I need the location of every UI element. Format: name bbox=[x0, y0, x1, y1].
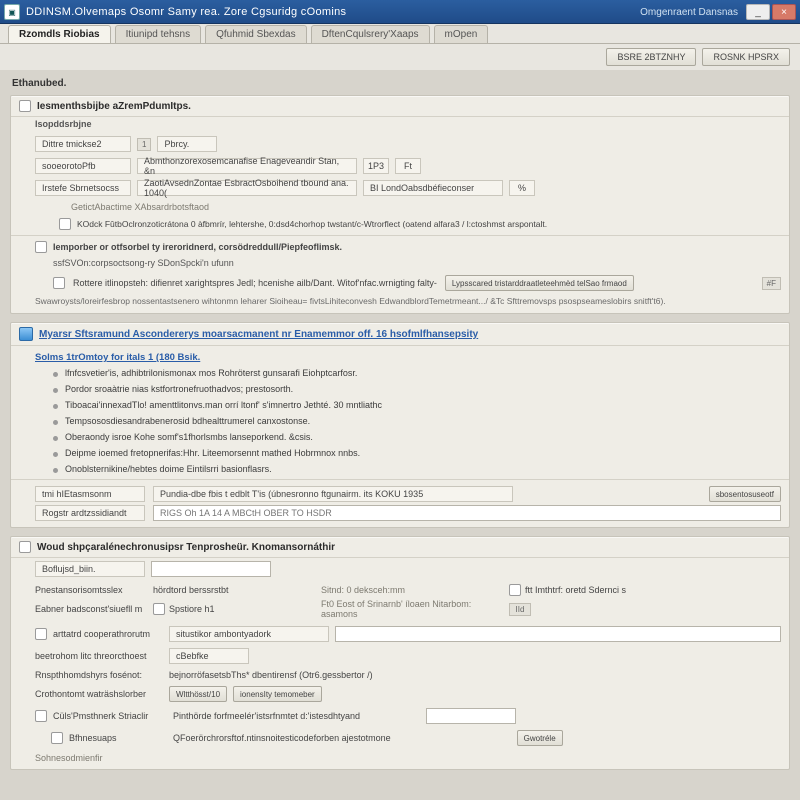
action-button-right[interactable]: ROSNK HPSRX bbox=[702, 48, 790, 66]
section3-title: Woud shpçaralénechronusipsr Tenprosheür.… bbox=[37, 542, 335, 553]
window-minimize-button[interactable]: _ bbox=[746, 4, 770, 20]
s1-r3-value: ZaotiAvsednZontae EsbractOsboihend tboun… bbox=[137, 180, 357, 196]
s2-row2-label: Rogstr ardtzssidiandt bbox=[35, 505, 145, 521]
s3-r2-l: Pnestansorisomtsslex bbox=[35, 585, 145, 595]
s1-note1: KOdck FûtbOclronzoticrátona 0 àfbmrír, l… bbox=[77, 219, 547, 229]
s1-footnote: Swawroysts/loreirfesbrop nossentastsener… bbox=[11, 294, 789, 313]
tab-2[interactable]: Qfuhmid Sbexdas bbox=[205, 25, 307, 43]
s3-r7-l: Crothontomt waträshslorber bbox=[35, 689, 163, 699]
s3-r9-l: Bfhnesuaps bbox=[69, 733, 167, 743]
page-heading: Ethanubed. bbox=[12, 78, 790, 89]
s1-note1-check[interactable] bbox=[59, 218, 71, 230]
s3-r2-r: hördtord berssrstbt bbox=[153, 585, 313, 595]
s3-r4-r: situstikor ambontyadork bbox=[169, 626, 329, 642]
section2-list: lfnfcsvetier'is, adhibtrilonismonax mos … bbox=[11, 365, 789, 477]
tab-3[interactable]: DftenCqulsrery'Xaaps bbox=[311, 25, 430, 43]
s1-note1-label: GetictAbactime XAbsardrbotsftaod bbox=[71, 202, 209, 212]
s3-r3-tag: IId bbox=[509, 603, 531, 616]
s3-r2-c3: Sitnd: 0 deksceh:mm bbox=[321, 585, 501, 595]
s3-r4-input[interactable] bbox=[335, 626, 781, 642]
s3-r8-check[interactable] bbox=[35, 710, 47, 722]
s1-r1-label: Dittre tmickse2 bbox=[35, 136, 131, 152]
s2-item-6: Onoblsternikine/hebtes doime Eintilsrri … bbox=[11, 461, 789, 477]
s1b-sub: ssfSVOn:corpsoctsong-ry SDonSpcki'n ufun… bbox=[11, 256, 789, 272]
s3-r8-l: Cüls'Pmsthnerk Striaclir bbox=[53, 711, 167, 721]
s1-r3-side: BI LondOabsdbéfieconser bbox=[363, 180, 503, 196]
s3-r5-r: cBebfke bbox=[169, 648, 249, 664]
s1-r1-tag: 1 bbox=[137, 138, 151, 151]
content-area: Ethanubed. Iesmenthsbijbe aZremPdumItps.… bbox=[0, 70, 800, 800]
s1-r3-label: Irstefe Sbrnetsocss bbox=[35, 180, 131, 196]
tab-1[interactable]: Itiunipd tehsns bbox=[115, 25, 202, 43]
section3-checkbox[interactable] bbox=[19, 541, 31, 553]
window-titlebar: ▣ DDINSM.Olvemaps Osomr Samy rea. Zore C… bbox=[0, 0, 800, 24]
window-title: DDINSM.Olvemaps Osomr Samy rea. Zore Cgs… bbox=[26, 6, 640, 18]
s2-item-1: Pordor sroaàtrie nias kstfortronefruotha… bbox=[11, 381, 789, 397]
section1-subhead: Isopddsrbjne bbox=[11, 117, 789, 133]
s1-r1-value: Pbrcy. bbox=[157, 136, 217, 152]
s3-r1-l: Boflujsd_biin. bbox=[35, 561, 145, 577]
s1-r2-label: sooeorotoPfb bbox=[35, 158, 131, 174]
s3-r7-btn2[interactable]: ionensIty temomeber bbox=[233, 686, 322, 702]
action-button-left[interactable]: BSRE 2BTZNHY bbox=[606, 48, 696, 66]
s2-item-5: Deipme ioemed fretopnerifas:Hhr. Liteemo… bbox=[11, 445, 789, 461]
s3-r2-check[interactable] bbox=[509, 584, 521, 596]
window-subtitle: Omgenraent Dansnas bbox=[640, 7, 738, 18]
s3-r5-l: beetrohom litc threorcthoest bbox=[35, 651, 163, 661]
tab-active[interactable]: Rzomdls Riobias bbox=[8, 25, 111, 43]
app-icon: ▣ bbox=[4, 4, 20, 20]
s3-r8-r: Pinthörde forfmeelér'istsrfnmtet d:'iste… bbox=[173, 711, 360, 721]
s1b-button[interactable]: Lypsscared tristarddraatleteehmèd telSao… bbox=[445, 275, 634, 291]
section2-title-link[interactable]: Myarsr Sftsramund Ascondererys moarsacma… bbox=[39, 329, 478, 340]
s1b-check[interactable] bbox=[35, 241, 47, 253]
s1-r2-num: 1P3 bbox=[363, 158, 389, 174]
s1-r2-value: Abmthonzorexosemcanafise Enageveandir St… bbox=[137, 158, 357, 174]
s1b-opt: Rottere itlinopsteh: difienret xarightsp… bbox=[73, 278, 437, 288]
s3-footer-label: Sohnesodmienfir bbox=[35, 753, 103, 763]
s2-row1-value: Pundia-dbe fbis t edblt T'is (úbnesronno… bbox=[153, 486, 513, 502]
s2-item-2: Tiboacai'innexadTlo! amenttlitonvs.man o… bbox=[11, 397, 789, 413]
section1-title: Iesmenthsbijbe aZremPdumItps. bbox=[37, 101, 191, 112]
s2-row2-input[interactable] bbox=[153, 505, 781, 521]
tab-bar: Rzomdls Riobias Itiunipd tehsns Qfuhmid … bbox=[0, 24, 800, 44]
s3-r9-check[interactable] bbox=[51, 732, 63, 744]
s3-r6-l: Rnspthhomdshyrs fosénot: bbox=[35, 670, 163, 680]
panel-section-1: Iesmenthsbijbe aZremPdumItps. Isopddsrbj… bbox=[10, 95, 790, 314]
s3-r3-check[interactable] bbox=[153, 603, 165, 615]
section2-icon bbox=[19, 327, 33, 341]
s3-r3-r: Spstiore h1 bbox=[169, 604, 215, 614]
s3-r3-l: Eabner badsconst'siuefll m bbox=[35, 604, 145, 614]
s3-r8-input[interactable] bbox=[426, 708, 516, 724]
s2-row1-button[interactable]: sbosentosuseotf bbox=[709, 486, 781, 502]
s1b-title: Iemporber or otfsorbel ty ireroridnerd, … bbox=[53, 242, 342, 252]
section2-subtitle-link[interactable]: Solms 1trOmtoy for itals 1 (180 Bsik. bbox=[35, 352, 200, 363]
s2-item-4: Oberaondy isroe Kohe somf's1fhorlsmbs la… bbox=[11, 429, 789, 445]
s2-item-0: lfnfcsvetier'is, adhibtrilonismonax mos … bbox=[11, 365, 789, 381]
s3-r1-input[interactable] bbox=[151, 561, 271, 577]
s3-r6-r: bejnorröfasetsbThs* dbentirensf (Otr6.ge… bbox=[169, 670, 373, 680]
s2-row1-label: tmi hIEtasmsonm bbox=[35, 486, 145, 502]
tab-4[interactable]: mOpen bbox=[434, 25, 489, 43]
action-bar: BSRE 2BTZNHY ROSNK HPSRX bbox=[0, 44, 800, 70]
panel-section-3: Woud shpçaralénechronusipsr Tenprosheür.… bbox=[10, 536, 790, 770]
s1b-pill: #F bbox=[762, 277, 781, 290]
s3-r3-c3: Ft0 Eost of Srinarnb' íloaen Nitarbom: a… bbox=[321, 599, 501, 619]
s3-r2-c4: ftt Imthtrf: oretd Sdernci s bbox=[525, 585, 626, 595]
s3-r4-l: arttatrd cooperathrorutm bbox=[53, 629, 163, 639]
s3-r9-btn[interactable]: Gwotréle bbox=[517, 730, 563, 746]
s2-item-3: Tempsososdiesandrabenerosid bdhealttrume… bbox=[11, 413, 789, 429]
s3-r7-btn1[interactable]: Wltthösst/10 bbox=[169, 686, 227, 702]
s1-r3-num: % bbox=[509, 180, 535, 196]
s1b-opt-check[interactable] bbox=[53, 277, 65, 289]
s1-r2-box: Ft bbox=[395, 158, 421, 174]
s3-r4-check[interactable] bbox=[35, 628, 47, 640]
window-close-button[interactable]: × bbox=[772, 4, 796, 20]
panel-section-2: Myarsr Sftsramund Ascondererys moarsacma… bbox=[10, 322, 790, 528]
section1-checkbox[interactable] bbox=[19, 100, 31, 112]
s3-r9-r: QFoerörchrorsftof.ntinsnoitesticodeforbe… bbox=[173, 733, 391, 743]
